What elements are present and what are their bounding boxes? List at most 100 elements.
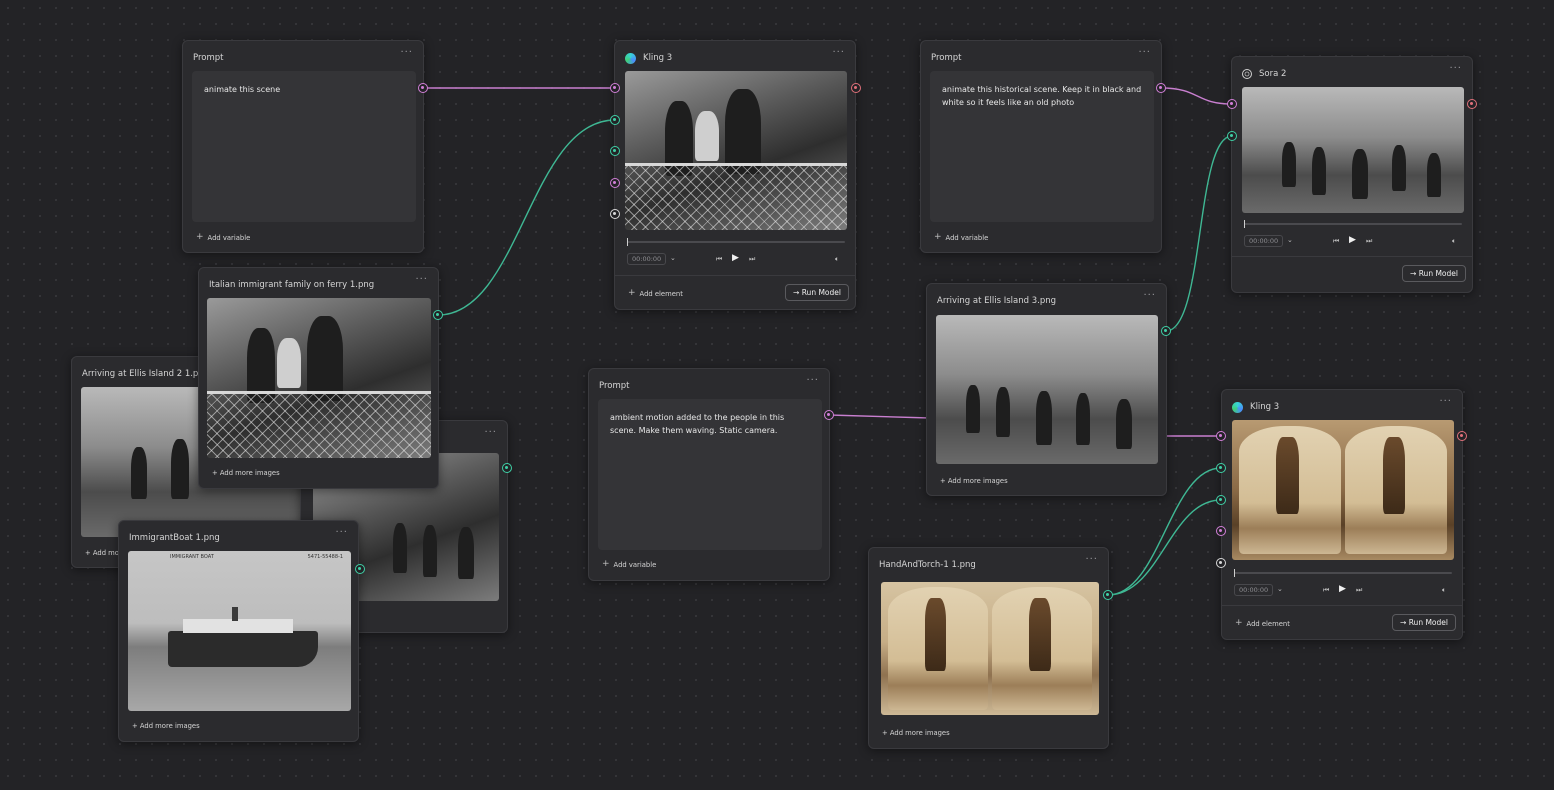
arrow-right-icon: → xyxy=(793,288,800,297)
more-horizontal-icon[interactable]: ··· xyxy=(832,47,845,58)
skip-forward-icon[interactable]: ⏭ xyxy=(749,255,755,264)
video-preview[interactable] xyxy=(1242,87,1464,213)
time-display[interactable]: 00:00:00 xyxy=(1234,584,1274,596)
video-progress-bar[interactable] xyxy=(1234,569,1452,577)
time-display[interactable]: 00:00:00 xyxy=(627,253,667,265)
add-more-images-button[interactable]: + Add more images xyxy=(212,469,280,477)
skip-back-icon[interactable]: ⏮ xyxy=(716,255,722,264)
prompt-text-area[interactable]: animate this scene xyxy=(192,71,416,222)
image-output-port[interactable] xyxy=(1103,590,1113,600)
skip-forward-icon[interactable]: ⏭ xyxy=(1356,586,1362,595)
video-progress-bar[interactable] xyxy=(627,238,845,246)
generic-input-port[interactable] xyxy=(1216,558,1226,568)
video-preview[interactable] xyxy=(625,71,847,230)
add-variable-button[interactable]: + Add variable xyxy=(934,233,988,242)
prompt-node-1[interactable]: Prompt ··· animate this scene + Add vari… xyxy=(182,40,424,253)
node-title: Prompt xyxy=(193,53,224,63)
add-element-button[interactable]: + Add element xyxy=(1235,619,1290,628)
video-output-port[interactable] xyxy=(1457,431,1467,441)
image-preview[interactable]: IMMIGRANT BOAT 5471-55488-1 xyxy=(128,551,351,711)
prompt-text-area[interactable]: ambient motion added to the people in th… xyxy=(598,399,822,550)
image-input-port[interactable] xyxy=(610,115,620,125)
add-element-button[interactable]: + Add element xyxy=(628,289,683,298)
chevron-down-icon[interactable]: ⌄ xyxy=(1277,585,1283,593)
prompt-node-2[interactable]: Prompt ··· animate this historical scene… xyxy=(920,40,1162,253)
photo-caption-left: IMMIGRANT BOAT xyxy=(170,554,214,560)
play-icon[interactable]: ▶ xyxy=(1349,235,1356,245)
image-input-port[interactable] xyxy=(1227,131,1237,141)
skip-back-icon[interactable]: ⏮ xyxy=(1323,586,1329,595)
kling-model-node-1[interactable]: Kling 3 ··· 00:00:00 ⌄ ⏮ ▶ ⏭ 🔈︎ + Add el… xyxy=(614,40,856,310)
video-output-port[interactable] xyxy=(1467,99,1477,109)
image-input-port[interactable] xyxy=(1216,463,1226,473)
more-horizontal-icon[interactable]: ··· xyxy=(1449,63,1462,74)
add-more-images-button[interactable]: + Add more images xyxy=(132,722,200,730)
generic-input-port[interactable] xyxy=(610,209,620,219)
text-output-port[interactable] xyxy=(418,83,428,93)
plus-icon: + xyxy=(628,288,636,298)
run-model-button[interactable]: → Run Model xyxy=(785,284,849,301)
play-icon[interactable]: ▶ xyxy=(732,253,739,263)
prompt-input-port[interactable] xyxy=(610,83,620,93)
play-icon[interactable]: ▶ xyxy=(1339,584,1346,594)
add-more-images-button[interactable]: + Add more images xyxy=(940,477,1008,485)
prompt-node-3[interactable]: Prompt ··· ambient motion added to the p… xyxy=(588,368,830,581)
add-element-label: Add element xyxy=(1246,619,1290,628)
add-more-images-label: + Add more images xyxy=(132,722,200,730)
volume-icon[interactable]: 🔈︎ xyxy=(1442,586,1446,595)
kling-model-node-2[interactable]: Kling 3 ··· 00:00:00 ⌄ ⏮ ▶ ⏭ 🔈︎ + Add el… xyxy=(1221,389,1463,640)
image-output-port[interactable] xyxy=(1161,326,1171,336)
add-more-images-button[interactable]: + Add more images xyxy=(882,729,950,737)
add-element-label: Add element xyxy=(639,289,683,298)
more-horizontal-icon[interactable]: ··· xyxy=(1138,47,1151,58)
add-variable-label: Add variable xyxy=(613,560,657,569)
text-input-port[interactable] xyxy=(1216,526,1226,536)
prompt-input-port[interactable] xyxy=(1216,431,1226,441)
chevron-down-icon[interactable]: ⌄ xyxy=(670,254,676,262)
image-node-ellis-island-3[interactable]: Arriving at Ellis Island 3.png ··· + Add… xyxy=(926,283,1167,496)
node-title: Prompt xyxy=(599,381,630,391)
add-variable-button[interactable]: + Add variable xyxy=(602,560,656,569)
run-model-button[interactable]: → Run Model xyxy=(1392,614,1456,631)
image-preview[interactable] xyxy=(207,298,431,458)
image-node-hand-and-torch[interactable]: HandAndTorch-1 1.png ··· + Add more imag… xyxy=(868,547,1109,749)
prompt-input-port[interactable] xyxy=(1227,99,1237,109)
more-horizontal-icon[interactable]: ··· xyxy=(415,274,428,285)
more-horizontal-icon[interactable]: ··· xyxy=(1085,554,1098,565)
arrow-right-icon: → xyxy=(1400,618,1407,627)
volume-icon[interactable]: 🔈︎ xyxy=(1452,237,1456,246)
video-progress-bar[interactable] xyxy=(1244,220,1462,228)
more-horizontal-icon[interactable]: ··· xyxy=(484,427,497,438)
more-horizontal-icon[interactable]: ··· xyxy=(1439,396,1452,407)
image-output-port[interactable] xyxy=(433,310,443,320)
chevron-down-icon[interactable]: ⌄ xyxy=(1287,236,1293,244)
skip-back-icon[interactable]: ⏮ xyxy=(1333,237,1339,246)
more-horizontal-icon[interactable]: ··· xyxy=(806,375,819,386)
image-output-port[interactable] xyxy=(355,564,365,574)
volume-icon[interactable]: 🔈︎ xyxy=(835,255,839,264)
video-preview[interactable] xyxy=(1232,420,1454,560)
image-input-port[interactable] xyxy=(1216,495,1226,505)
photo-caption-right: 5471-55488-1 xyxy=(307,554,343,560)
image-input-port[interactable] xyxy=(610,146,620,156)
prompt-text-area[interactable]: animate this historical scene. Keep it i… xyxy=(930,71,1154,222)
skip-forward-icon[interactable]: ⏭ xyxy=(1366,237,1372,246)
wire-torch-kling2b xyxy=(1107,499,1222,596)
more-horizontal-icon[interactable]: ··· xyxy=(400,47,413,58)
image-node-immigrant-boat[interactable]: ImmigrantBoat 1.png ··· IMMIGRANT BOAT 5… xyxy=(118,520,359,742)
add-variable-button[interactable]: + Add variable xyxy=(196,233,250,242)
image-output-port[interactable] xyxy=(502,463,512,473)
more-horizontal-icon[interactable]: ··· xyxy=(1143,290,1156,301)
image-preview[interactable] xyxy=(881,582,1099,715)
text-output-port[interactable] xyxy=(1156,83,1166,93)
text-input-port[interactable] xyxy=(610,178,620,188)
text-output-port[interactable] xyxy=(824,410,834,420)
image-preview[interactable] xyxy=(936,315,1158,464)
run-model-button[interactable]: → Run Model xyxy=(1402,265,1466,282)
kling-logo-icon xyxy=(1232,401,1243,413)
time-display[interactable]: 00:00:00 xyxy=(1244,235,1284,247)
video-output-port[interactable] xyxy=(851,83,861,93)
sora-model-node[interactable]: Sora 2 ··· 00:00:00 ⌄ ⏮ ▶ ⏭ 🔈︎ → Run Mod… xyxy=(1231,56,1473,293)
image-node-italian-family[interactable]: Italian immigrant family on ferry 1.png … xyxy=(198,267,439,489)
more-horizontal-icon[interactable]: ··· xyxy=(335,527,348,538)
